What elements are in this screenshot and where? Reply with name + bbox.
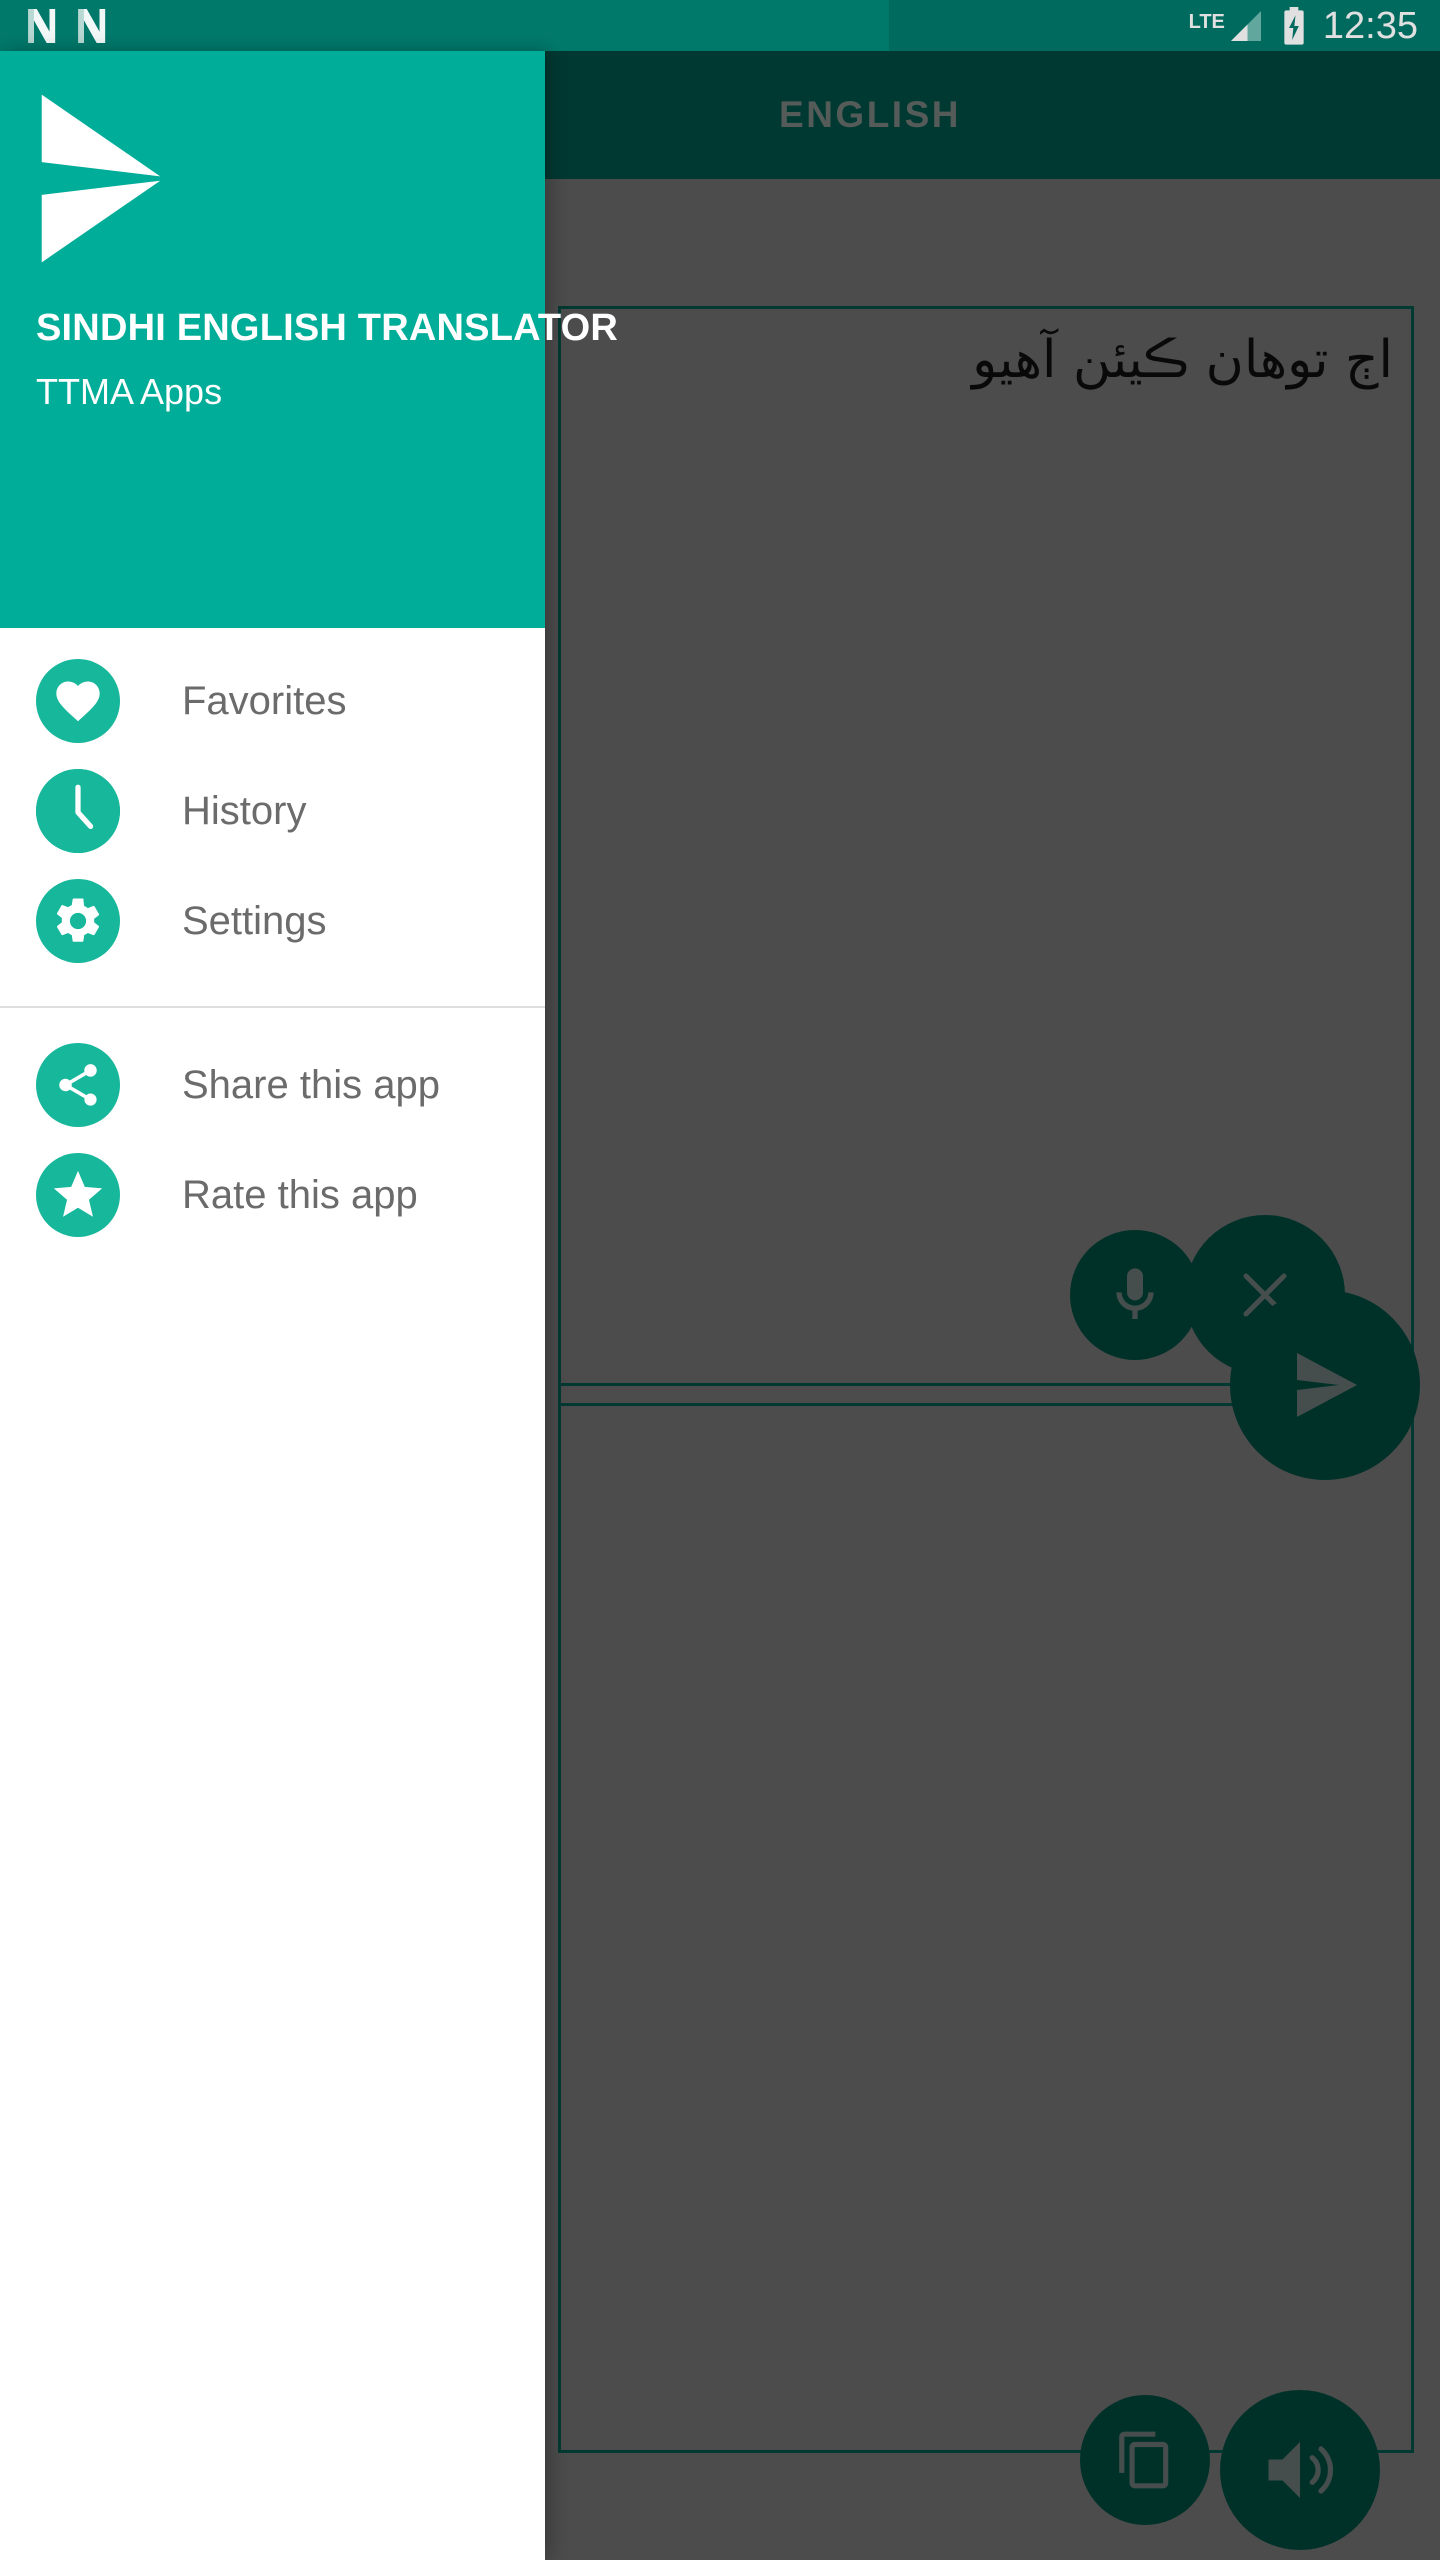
menu-item-settings[interactable]: Settings [0,866,545,976]
share-icon [36,1043,120,1127]
clock-icon [36,769,120,853]
drawer-primary-menu: Favorites History Settings [0,628,545,976]
menu-item-favorites[interactable]: Favorites [0,646,545,756]
menu-item-rate-app-label: Rate this app [182,1172,418,1217]
signal-bars-icon [1230,10,1261,41]
drawer-secondary-menu: Share this app Rate this app [0,1030,545,1250]
star-icon [36,1153,120,1237]
battery-charging-icon [1284,6,1304,45]
drawer-header: SINDHI ENGLISH TRANSLATOR TTMA Apps [0,51,618,628]
status-bar: LTE 12:35 [0,0,1440,51]
menu-item-history-label: History [182,788,307,833]
menu-item-share-app[interactable]: Share this app [0,1030,545,1140]
menu-item-favorites-label: Favorites [182,678,347,723]
gear-icon [36,879,120,963]
paper-plane-send-logo [41,94,161,263]
status-bar-system-icons: LTE 12:35 [1189,6,1440,46]
drawer-app-title: SINDHI ENGLISH TRANSLATOR [36,307,619,349]
network-status: LTE [1189,8,1265,44]
lte-label: LTE [1188,10,1225,33]
heart-icon [36,659,120,743]
menu-item-settings-label: Settings [182,898,327,943]
clock-time: 12:35 [1322,4,1418,47]
drawer-app-subtitle: TTMA Apps [36,371,223,412]
nova-launcher-icon [78,8,106,43]
drawer-divider [0,1006,545,1008]
nova-launcher-icon [28,8,56,43]
menu-item-history[interactable]: History [0,756,545,866]
menu-item-share-app-label: Share this app [182,1062,440,1107]
navigation-drawer[interactable]: SINDHI ENGLISH TRANSLATOR TTMA Apps Favo… [0,51,618,2560]
menu-item-rate-app[interactable]: Rate this app [0,1140,545,1250]
status-bar-notifications [0,6,108,46]
